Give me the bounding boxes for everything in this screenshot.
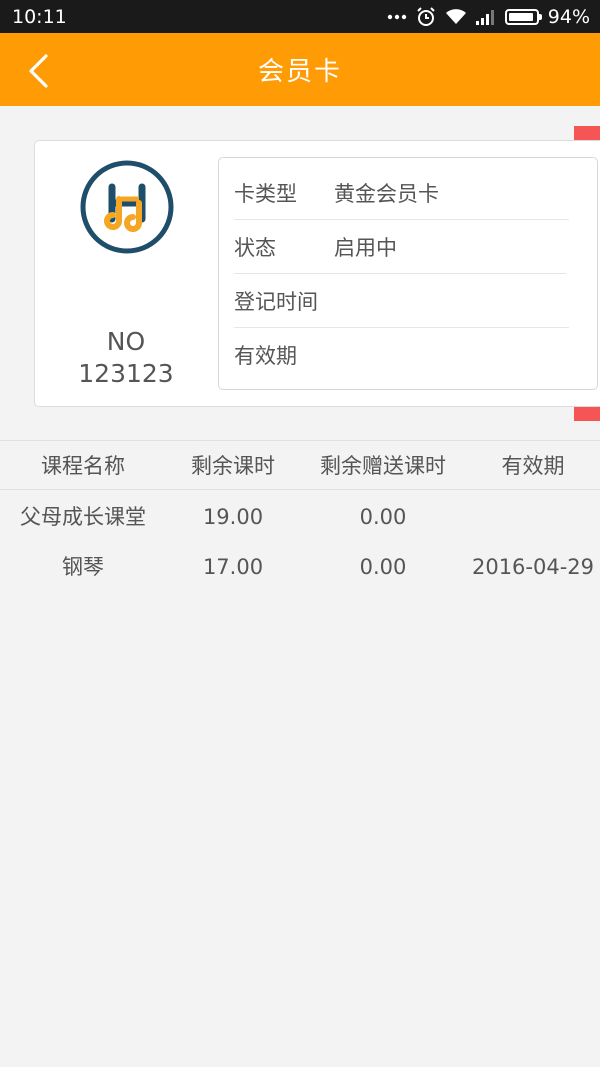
card-notch: [566, 255, 590, 287]
card-info-box: 卡类型 黄金会员卡 状态 启用中 登记时间 有效期: [218, 157, 598, 390]
app-header: 会员卡: [0, 33, 600, 106]
alarm-icon: [416, 6, 436, 27]
brand-logo: [80, 160, 174, 254]
course-name: 父母成长课堂: [20, 505, 146, 529]
course-validity: 2016-04-29: [471, 555, 595, 579]
column-header: 课程名称: [41, 454, 125, 478]
course-name: 钢琴: [62, 555, 104, 579]
table-row[interactable]: 钢琴 17.00 0.00 2016-04-29: [0, 542, 600, 592]
battery-percent: 94%: [547, 5, 590, 28]
course-validity: [458, 492, 600, 542]
table-row[interactable]: 父母成长课堂 19.00 0.00: [0, 492, 600, 542]
table-header: 课程名称 剩余课时 剩余赠送课时 有效期: [0, 440, 600, 490]
card-number-value: 123123: [78, 359, 174, 388]
column-header: 有效期: [501, 454, 565, 478]
remaining-bonus-hours: 0.00: [359, 555, 407, 579]
info-label: 卡类型: [234, 181, 297, 206]
back-button[interactable]: [18, 51, 58, 91]
card-number: NO 123123: [35, 326, 217, 390]
remaining-hours: 17.00: [202, 555, 264, 579]
info-row-validity: 有效期: [234, 328, 569, 382]
info-row-card-type: 卡类型 黄金会员卡: [234, 166, 569, 220]
chevron-left-icon: [29, 54, 48, 88]
status-time: 10:11: [12, 5, 67, 28]
signal-icon: [475, 9, 496, 25]
info-label: 状态: [234, 235, 276, 260]
remaining-hours: 19.00: [202, 505, 264, 529]
info-value: 启用中: [334, 235, 397, 260]
info-row-register-time: 登记时间: [234, 274, 569, 328]
status-bar: 10:11 94%: [0, 0, 600, 33]
wifi-icon: [445, 8, 467, 25]
info-label: 登记时间: [234, 289, 318, 314]
membership-card: NO 123123 卡类型 黄金会员卡 状态 启用中 登记时间 有效期: [34, 140, 600, 407]
status-icons: 94%: [387, 6, 590, 28]
info-label: 有效期: [234, 344, 297, 368]
more-icon: [387, 14, 407, 20]
card-number-prefix: NO: [106, 327, 146, 356]
info-row-status: 状态 启用中: [234, 220, 569, 274]
column-header: 剩余赠送课时: [320, 454, 446, 478]
battery-icon: [504, 8, 542, 25]
remaining-bonus-hours: 0.00: [359, 505, 407, 529]
page-title: 会员卡: [257, 57, 342, 87]
column-header: 剩余课时: [191, 454, 275, 478]
info-value: 黄金会员卡: [334, 181, 439, 206]
battery-fill: [508, 12, 534, 21]
